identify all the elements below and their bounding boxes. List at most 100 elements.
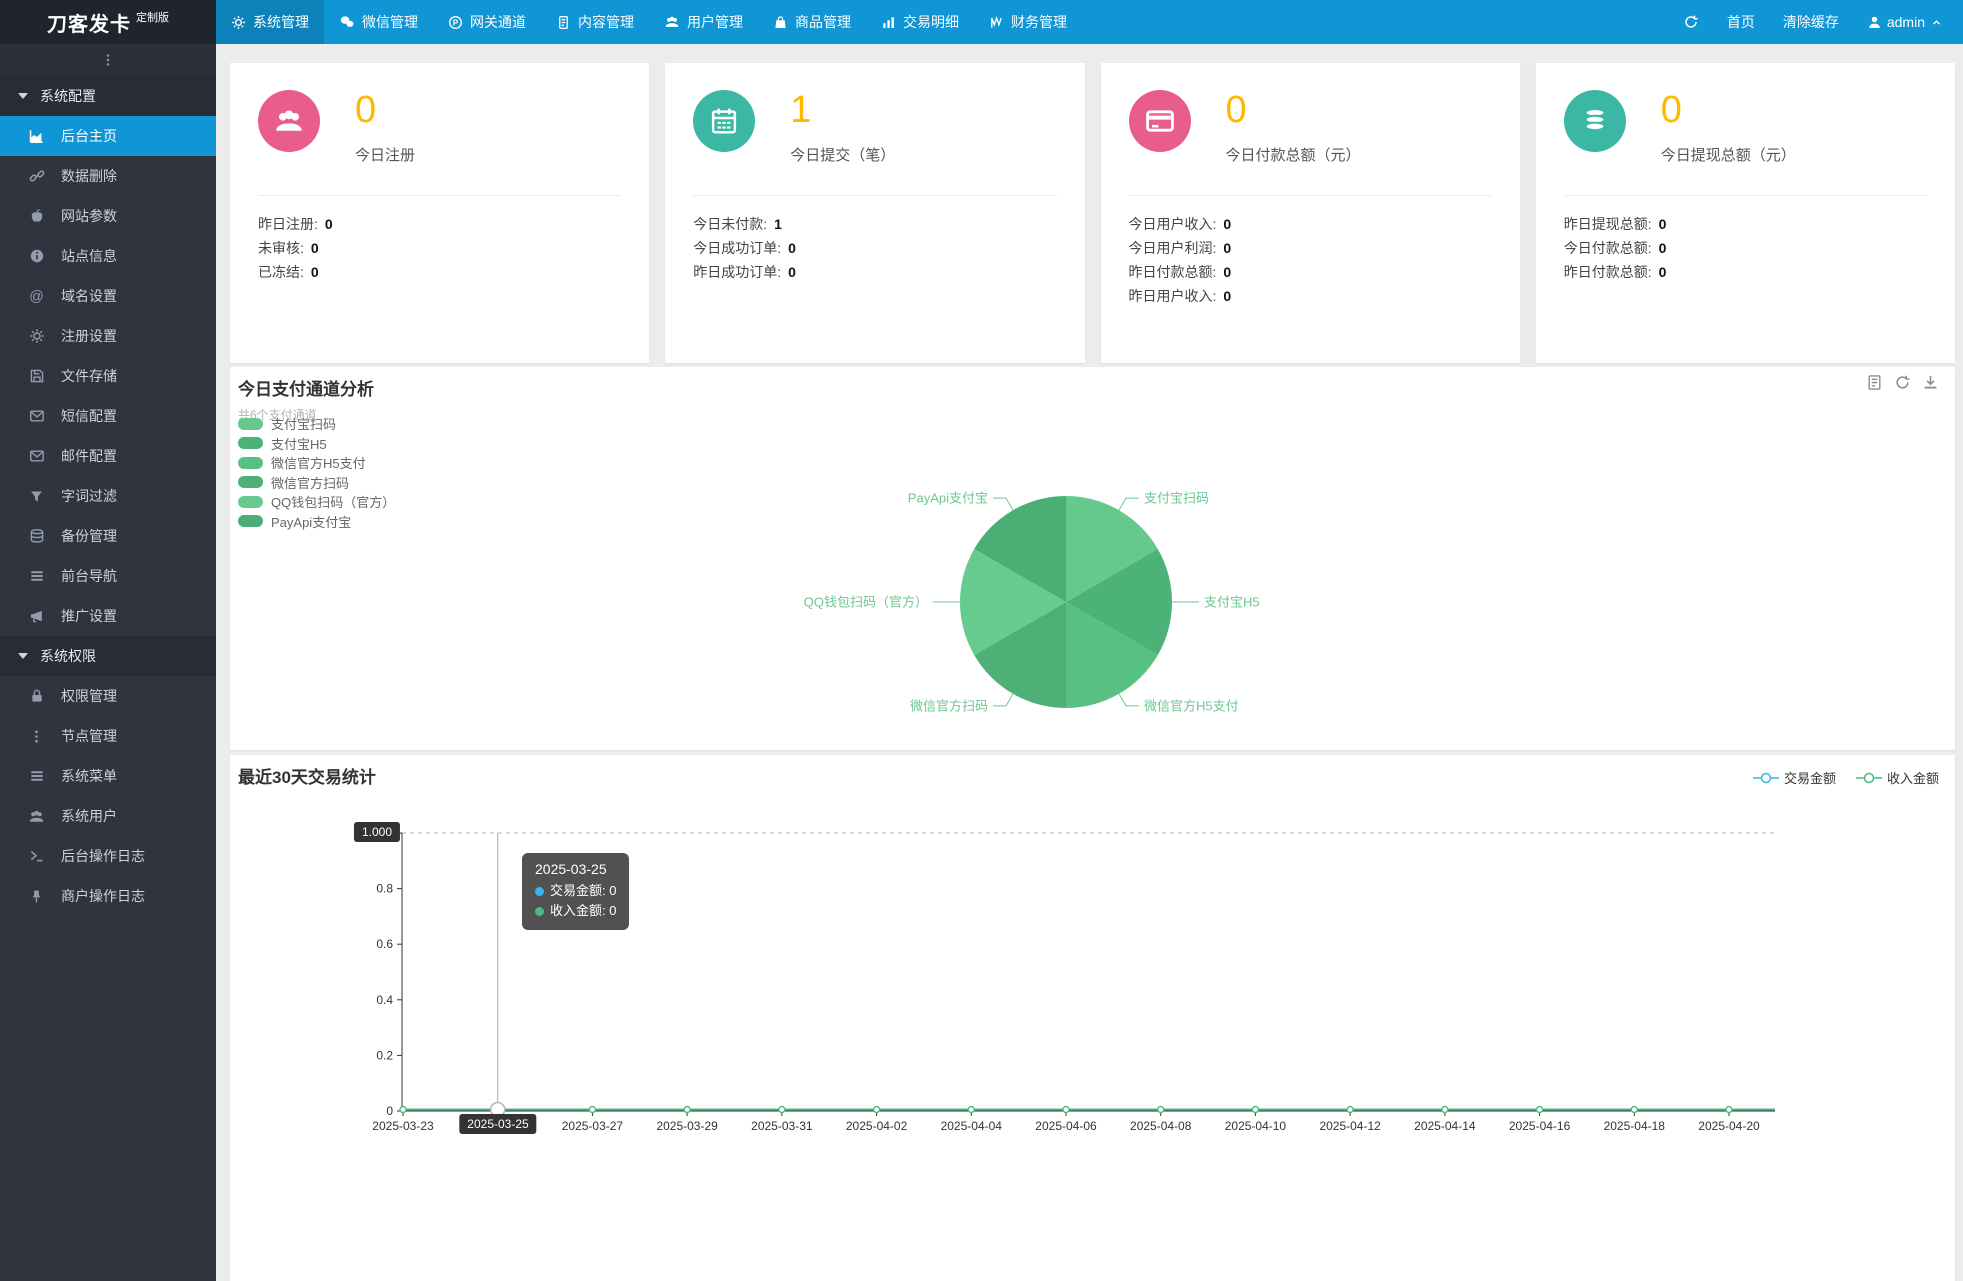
item-label: 系统用户 — [61, 808, 117, 824]
data-point-marker[interactable] — [588, 1105, 597, 1114]
data-point-marker[interactable] — [1535, 1105, 1544, 1114]
sidebar-item-mail-config[interactable]: 邮件配置 — [0, 436, 216, 476]
sidebar-item-data-delete[interactable]: 数据删除 — [0, 156, 216, 196]
pie-label-line — [993, 497, 1014, 511]
data-point-marker[interactable] — [1630, 1105, 1638, 1114]
gear-icon — [28, 328, 45, 345]
data-point-marker[interactable] — [399, 1105, 407, 1114]
megaphone-icon — [28, 608, 45, 625]
sidebar-collapse-toggle[interactable] — [0, 44, 216, 76]
nav-label: 系统管理 — [253, 14, 309, 30]
gateway-icon — [448, 15, 463, 30]
stat-card-payment: 0 今日付款总额（元） 今日用户收入: 0 今日用户利润: 0 昨日付款总额: 0 昨… — [1100, 63, 1520, 363]
pie-label: QQ钱包扫码（官方） — [804, 595, 928, 610]
pay-channel-panel: 今日支付通道分析 共6个支付通道 支付宝扫码 支付宝H5 微信官方H5支付 微信… — [230, 367, 1955, 750]
divider — [258, 195, 622, 196]
nav-gateway-channel[interactable]: 网关通道 — [433, 0, 541, 44]
x-tick-label: 2025-03-29 — [656, 1119, 718, 1133]
nav-user-management[interactable]: 用户管理 — [649, 0, 758, 44]
sidebar-item-site-info[interactable]: 站点信息 — [0, 236, 216, 276]
nav-trade-detail[interactable]: 交易明细 — [866, 0, 974, 44]
terminal-icon — [28, 848, 45, 865]
sidebar-item-admin-log[interactable]: 后台操作日志 — [0, 836, 216, 876]
nav-goods-management[interactable]: 商品管理 — [758, 0, 866, 44]
envelope-icon — [28, 408, 45, 425]
nav-finance-management[interactable]: 财务管理 — [974, 0, 1082, 44]
item-label: 推广设置 — [61, 608, 117, 624]
nav-label: 内容管理 — [578, 14, 634, 30]
x-tick-label: 2025-04-16 — [1509, 1119, 1571, 1133]
x-tick-label: 2025-04-20 — [1698, 1119, 1760, 1133]
sidebar-item-merchant-log[interactable]: 商户操作日志 — [0, 876, 216, 916]
divider — [1128, 195, 1492, 196]
pie-label: 微信官方扫码 — [910, 698, 988, 713]
data-point-marker[interactable] — [1157, 1105, 1165, 1114]
item-label: 商户操作日志 — [61, 888, 145, 904]
sidebar-item-sms-config[interactable]: 短信配置 — [0, 396, 216, 436]
item-label: 邮件配置 — [61, 448, 117, 464]
sidebar-section-system-config[interactable]: 系统配置 — [0, 76, 216, 116]
coins-icon — [1563, 90, 1626, 152]
item-label: 节点管理 — [61, 728, 117, 744]
sidebar-item-register-settings[interactable]: 注册设置 — [0, 316, 216, 356]
sidebar-item-backup[interactable]: 备份管理 — [0, 516, 216, 556]
stat-value: 0 — [355, 89, 377, 131]
area-chart-icon — [28, 128, 45, 145]
nav-label: 交易明细 — [903, 14, 959, 30]
envelope-icon — [28, 448, 45, 465]
stat-row: 今日成功订单: 0 — [693, 240, 796, 256]
nav-content-management[interactable]: 内容管理 — [541, 0, 649, 44]
clear-cache-link[interactable]: 清除缓存 — [1783, 12, 1839, 32]
pie-label-line — [1118, 693, 1139, 707]
pie-label: 微信官方H5支付 — [1144, 698, 1239, 713]
sidebar-item-file-storage[interactable]: 文件存储 — [0, 356, 216, 396]
caret-down-icon — [18, 93, 28, 99]
nav-label: 微信管理 — [362, 14, 418, 30]
data-point-marker[interactable] — [1251, 1105, 1260, 1114]
x-tick-label: 2025-04-12 — [1319, 1119, 1381, 1133]
user-menu[interactable]: admin — [1867, 14, 1943, 30]
stat-label: 今日提现总额（元） — [1660, 147, 1796, 164]
sidebar-item-domain-settings[interactable]: 域名设置 — [0, 276, 216, 316]
y-tick-label: 0.6 — [376, 937, 393, 951]
pie-label: PayApi支付宝 — [908, 491, 988, 506]
gear-icon — [231, 15, 246, 30]
main-content: 0 今日注册 昨日注册: 0 未审核: 0 已冻结: 0 1 今日提交（笔） 今… — [216, 44, 1963, 1281]
x-tick-label: 2025-04-08 — [1130, 1119, 1192, 1133]
users-icon — [664, 14, 680, 30]
data-point-marker[interactable] — [778, 1105, 786, 1114]
stat-label: 今日提交（笔） — [790, 147, 896, 164]
home-link[interactable]: 首页 — [1727, 12, 1755, 32]
top-nav: 系统管理 微信管理 网关通道 内容管理 用户管理 商品管理 交易明细 财务管理 — [216, 0, 1082, 44]
sidebar-section-system-auth[interactable]: 系统权限 — [0, 636, 216, 676]
y-tick-label: 0.4 — [376, 993, 393, 1007]
sidebar-item-system-users[interactable]: 系统用户 — [0, 796, 216, 836]
sidebar-item-auth-management[interactable]: 权限管理 — [0, 676, 216, 716]
data-point-marker[interactable] — [1062, 1105, 1070, 1114]
stat-row: 未审核: 0 — [258, 240, 319, 256]
data-point-marker[interactable] — [1725, 1105, 1733, 1114]
sidebar-item-site-params[interactable]: 网站参数 — [0, 196, 216, 236]
stat-row: 昨日注册: 0 — [258, 216, 333, 232]
data-point-marker[interactable] — [683, 1105, 691, 1114]
data-point-marker[interactable] — [1346, 1105, 1354, 1114]
data-point-marker[interactable] — [967, 1105, 975, 1114]
nav-wechat-management[interactable]: 微信管理 — [324, 0, 433, 44]
sidebar-item-promotion[interactable]: 推广设置 — [0, 596, 216, 636]
data-point-marker[interactable] — [1441, 1105, 1449, 1114]
sidebar-item-word-filter[interactable]: 字词过滤 — [0, 476, 216, 516]
refresh-button[interactable] — [1683, 14, 1699, 30]
sidebar-item-node-management[interactable]: 节点管理 — [0, 716, 216, 756]
stat-row: 已冻结: 0 — [258, 264, 319, 280]
sidebar-item-system-menu[interactable]: 系统菜单 — [0, 756, 216, 796]
nav-system-management[interactable]: 系统管理 — [216, 0, 324, 44]
person-icon — [1867, 15, 1882, 30]
nav-label: 网关通道 — [470, 14, 526, 30]
sidebar-item-dashboard[interactable]: 后台主页 — [0, 116, 216, 156]
menu-bars-icon — [28, 768, 45, 785]
stat-row: 今日未付款: 1 — [693, 216, 782, 232]
stat-label: 今日注册 — [355, 147, 416, 164]
sidebar-item-front-nav[interactable]: 前台导航 — [0, 556, 216, 596]
data-point-marker[interactable] — [872, 1105, 881, 1114]
calendar-icon — [693, 90, 756, 152]
